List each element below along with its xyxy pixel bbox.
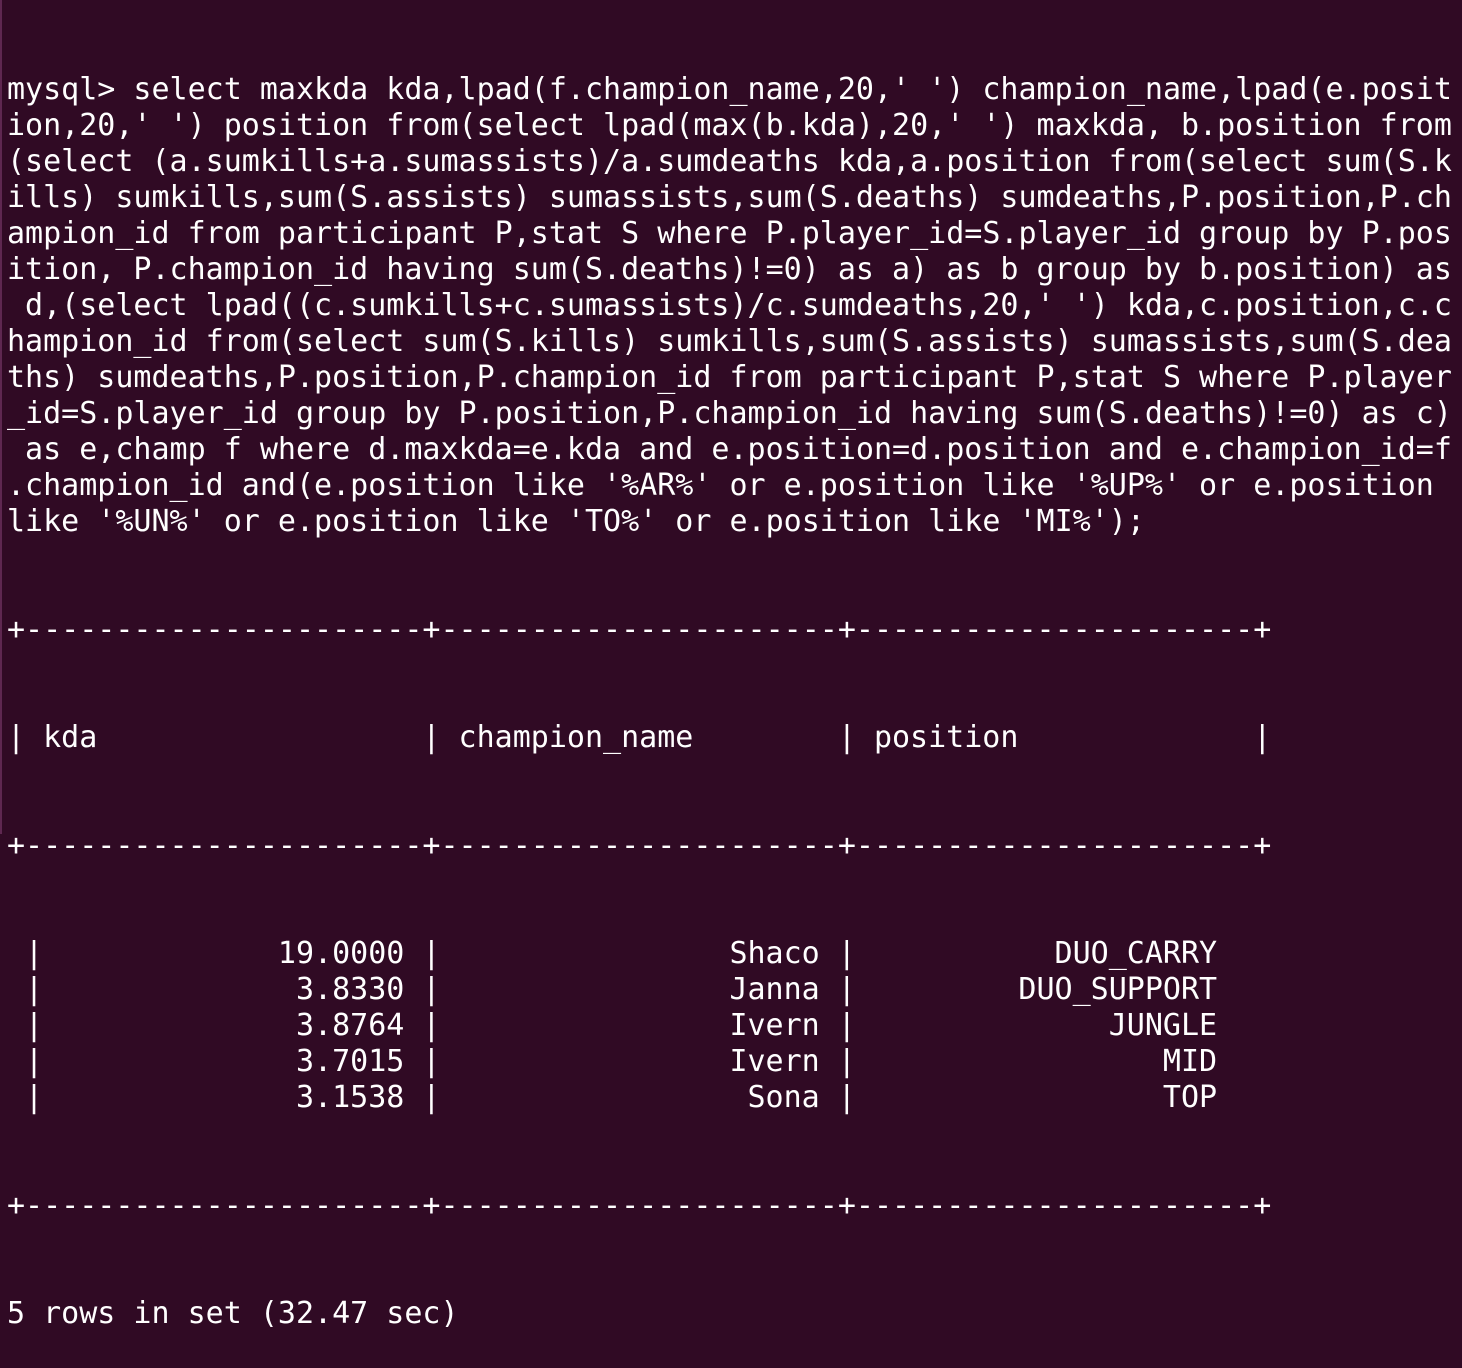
status-line: 5 rows in set (32.47 sec) bbox=[7, 1296, 459, 1331]
table-row: | 3.1538 | Sona | TOP bbox=[7, 1080, 1218, 1115]
cell-position: JUNGLE bbox=[1108, 1008, 1218, 1043]
command-line: ills) sumkills,sum(S.assists) sumassists… bbox=[7, 180, 1452, 215]
command-line: as e,champ f where d.maxkda=e.kda and e.… bbox=[7, 432, 1452, 467]
cell-kda: 3.8330 bbox=[295, 972, 405, 1007]
command-line: ampion_id from participant P,stat S wher… bbox=[7, 216, 1452, 251]
cell-champion-name: Sona bbox=[747, 1080, 820, 1115]
cell-kda: 3.1538 bbox=[295, 1080, 405, 1115]
command-line: (select (a.sumkills+a.sumassists)/a.sumd… bbox=[7, 144, 1452, 179]
command-line: hampion_id from(select sum(S.kills) sumk… bbox=[7, 324, 1452, 359]
command-line: mysql> select maxkda kda,lpad(f.champion… bbox=[7, 72, 1452, 107]
cell-kda: 3.8764 bbox=[295, 1008, 405, 1043]
table-row: | 3.8764 | Ivern | JUNGLE bbox=[7, 1008, 1218, 1043]
cell-position: DUO_CARRY bbox=[1054, 936, 1218, 971]
cell-champion-name: Ivern bbox=[729, 1044, 820, 1079]
table-row: | 3.8330 | Janna | DUO_SUPPORT bbox=[7, 972, 1218, 1007]
cell-champion-name: Janna bbox=[729, 972, 820, 1007]
command-line: ion,20,' ') position from(select lpad(ma… bbox=[7, 108, 1452, 143]
header-kda: kda bbox=[43, 720, 98, 755]
command-line: .champion_id and(e.position like '%AR%' … bbox=[7, 468, 1452, 503]
table-border-top: +----------------------+----------------… bbox=[7, 612, 1272, 647]
cell-champion-name: Shaco bbox=[729, 936, 820, 971]
cell-position: DUO_SUPPORT bbox=[1018, 972, 1218, 1007]
sql-command: mysql> select maxkda kda,lpad(f.champion… bbox=[7, 72, 1460, 540]
table-row: | 19.0000 | Shaco | DUO_CARRY bbox=[7, 936, 1218, 971]
command-line: ths) sumdeaths,P.position,P.champion_id … bbox=[7, 360, 1452, 395]
cell-kda: 3.7015 bbox=[295, 1044, 405, 1079]
cell-kda: 19.0000 bbox=[277, 936, 405, 971]
table-header-row: | kda | champion_name | position | bbox=[7, 720, 1272, 755]
table-body: | 19.0000 | Shaco | DUO_CARRY | 3.8330 | Jann… bbox=[7, 936, 1460, 1116]
command-line: like '%UN%' or e.position like 'TO%' or … bbox=[7, 504, 1145, 539]
terminal-window[interactable]: mysql> select maxkda kda,lpad(f.champion… bbox=[0, 0, 1460, 1331]
command-line: _id=S.player_id group by P.position,P.ch… bbox=[7, 396, 1452, 431]
cell-position: MID bbox=[1162, 1044, 1218, 1079]
table-border-mid: +----------------------+----------------… bbox=[7, 828, 1272, 863]
header-champion-name: champion_name bbox=[458, 720, 694, 755]
table-row: | 3.7015 | Ivern | MID bbox=[7, 1044, 1218, 1079]
header-position: position bbox=[873, 720, 1019, 755]
cell-position: TOP bbox=[1162, 1080, 1218, 1115]
command-line: ition, P.champion_id having sum(S.deaths… bbox=[7, 252, 1452, 287]
cell-champion-name: Ivern bbox=[729, 1008, 820, 1043]
table-border-bottom: +----------------------+----------------… bbox=[7, 1188, 1272, 1223]
command-line: d,(select lpad((c.sumkills+c.sumassists)… bbox=[7, 288, 1452, 323]
